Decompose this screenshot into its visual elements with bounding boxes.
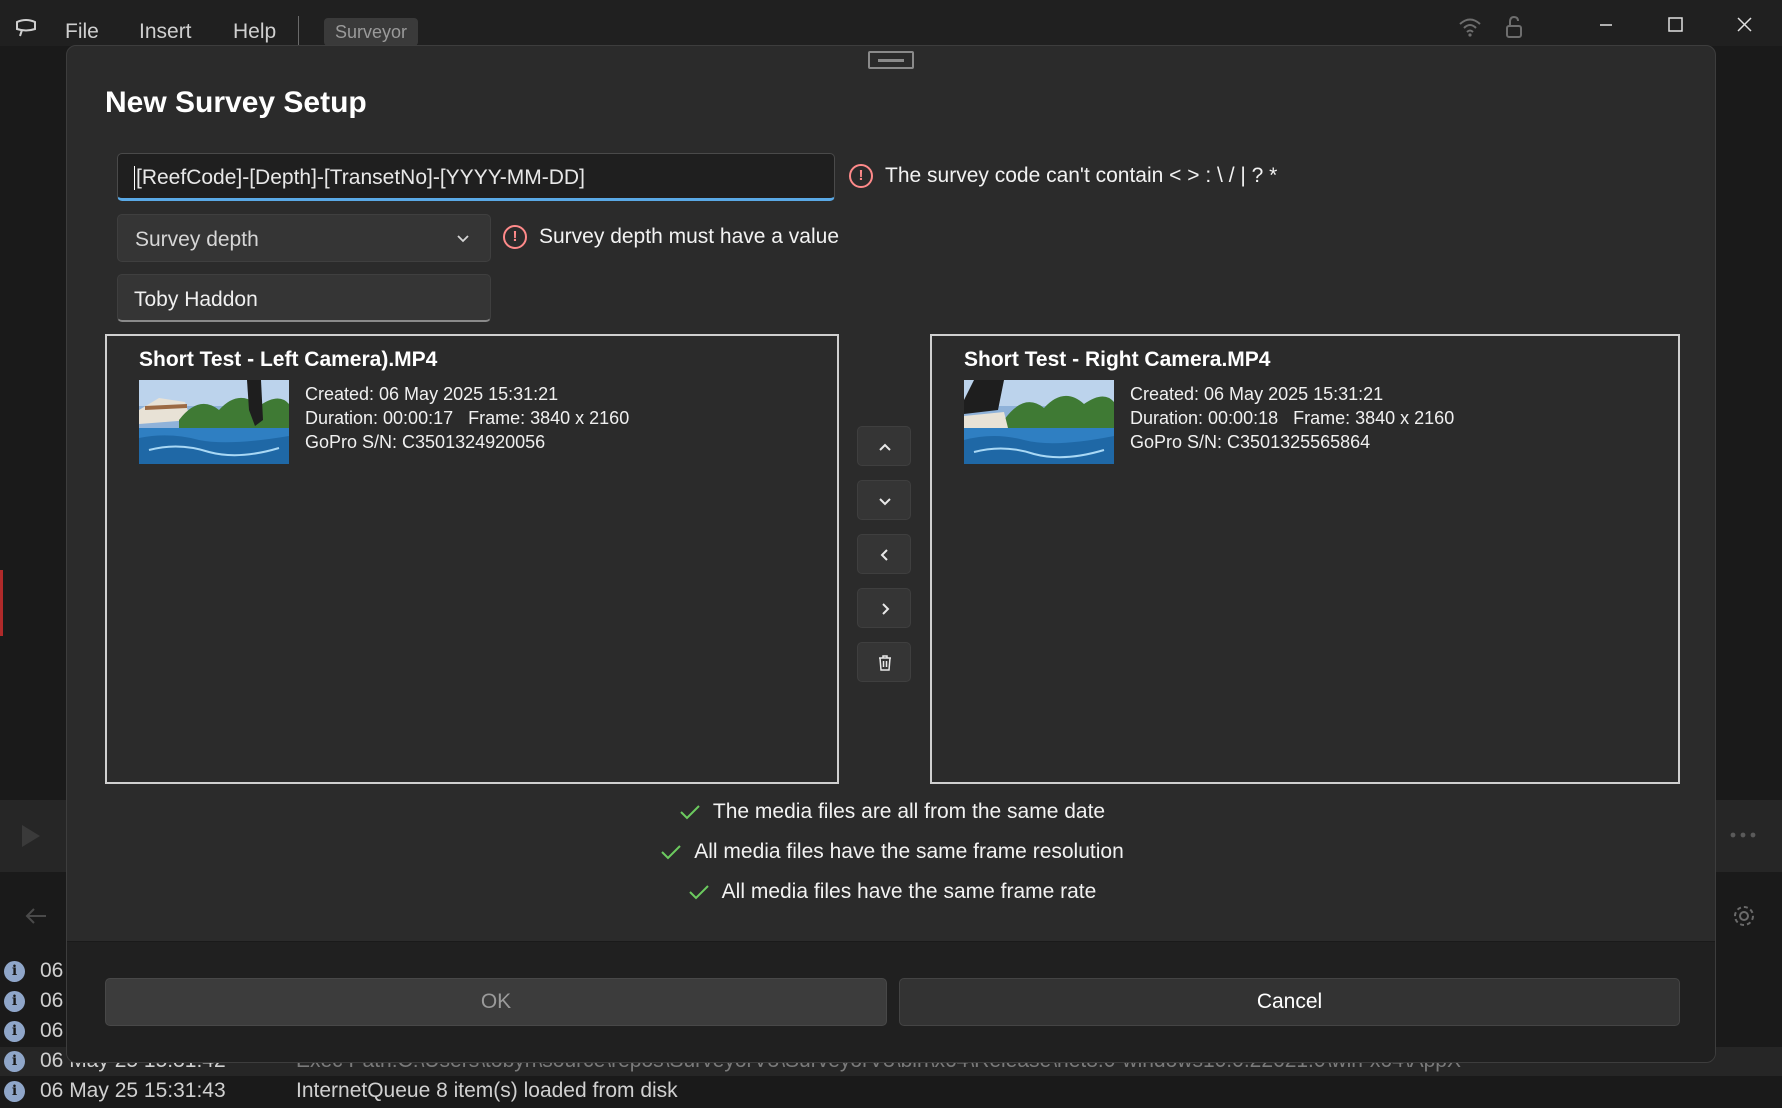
wifi-icon	[1459, 18, 1481, 37]
checkmark-icon	[688, 885, 709, 900]
error-icon: !	[503, 225, 527, 249]
play-icon	[22, 825, 40, 847]
new-survey-dialog: New Survey Setup [ReefCode]-[Depth]-[Tra…	[66, 45, 1716, 1063]
dialog-footer: OK Cancel	[67, 941, 1715, 1062]
tab-surveyor[interactable]: Surveyor	[324, 18, 418, 46]
check-same-date-text: The media files are all from the same da…	[712, 800, 1106, 823]
log-date: 06	[40, 989, 64, 1012]
log-date: 06	[40, 1019, 64, 1042]
move-down-button[interactable]	[857, 480, 911, 520]
survey-code-value: [ReefCode]-[Depth]-[TransetNo]-[YYYY-MM-…	[136, 166, 585, 189]
back-arrow-icon	[25, 908, 46, 924]
settings-gear-icon	[1734, 906, 1754, 926]
minimize-icon[interactable]	[1584, 10, 1628, 40]
chevron-down-icon	[457, 235, 469, 243]
left-camera-media-list[interactable]: Short Test - Left Camera).MP4 Created: 0…	[105, 334, 839, 784]
more-icon	[1730, 832, 1756, 838]
info-icon: i	[4, 1021, 25, 1042]
title-bar: File Insert Help Surveyor	[0, 0, 1782, 46]
check-same-frame-rate: All media files have the same frame rate	[67, 880, 1715, 904]
left-media-title: Short Test - Left Camera).MP4	[139, 348, 438, 371]
right-camera-media-list[interactable]: Short Test - Right Camera.MP4 Created: 0…	[930, 334, 1680, 784]
info-icon: i	[4, 1051, 25, 1072]
survey-depth-error: ! Survey depth must have a value	[503, 225, 839, 249]
maximize-icon[interactable]	[1653, 10, 1697, 40]
info-icon: i	[4, 1081, 25, 1102]
right-media-serial: GoPro S/N: C3501325565864	[1130, 432, 1371, 452]
menu-separator	[298, 16, 299, 46]
move-left-button[interactable]	[857, 534, 911, 574]
surveyor-name-value: Toby Haddon	[134, 288, 258, 311]
right-media-duration-frame: Duration: 00:00:18 Frame: 3840 x 2160	[1130, 408, 1455, 428]
check-same-date: The media files are all from the same da…	[67, 800, 1715, 824]
survey-code-error: ! The survey code can't contain < > : \ …	[849, 164, 1277, 188]
menu-file[interactable]: File	[65, 20, 99, 44]
check-same-frame-rate-text: All media files have the same frame rate	[721, 880, 1097, 903]
close-icon[interactable]	[1722, 10, 1766, 40]
left-media-serial: GoPro S/N: C3501324920056	[305, 432, 546, 452]
text-caret	[134, 166, 135, 191]
check-same-resolution: All media files have the same frame reso…	[67, 840, 1715, 864]
survey-code-input[interactable]: [ReefCode]-[Depth]-[TransetNo]-[YYYY-MM-…	[117, 153, 835, 201]
chevron-right-icon	[882, 603, 890, 615]
ok-button[interactable]: OK	[105, 978, 887, 1026]
app-logo-icon	[16, 19, 36, 37]
cancel-button[interactable]: Cancel	[899, 978, 1680, 1026]
log-date: 06	[40, 959, 64, 982]
chevron-up-icon	[879, 443, 891, 451]
dialog-title: New Survey Setup	[105, 86, 367, 119]
chevron-down-icon	[879, 498, 891, 506]
right-media-created: Created: 06 May 2025 15:31:21	[1130, 384, 1384, 404]
check-same-resolution-text: All media files have the same frame reso…	[694, 840, 1124, 863]
right-media-thumbnail	[964, 380, 1114, 464]
delete-button[interactable]	[857, 642, 911, 682]
move-up-button[interactable]	[857, 426, 911, 466]
log-row: i 06 May 25 15:31:43 InternetQueue 8 ite…	[0, 1077, 1782, 1106]
info-icon: i	[4, 991, 25, 1012]
survey-depth-error-text: Survey depth must have a value	[539, 225, 840, 248]
left-media-thumbnail	[139, 380, 289, 464]
survey-depth-dropdown[interactable]: Survey depth	[117, 214, 491, 262]
right-media-title: Short Test - Right Camera.MP4	[964, 348, 1271, 371]
left-media-duration-frame: Duration: 00:00:17 Frame: 3840 x 2160	[305, 408, 630, 428]
log-date: 06 May 25 15:31:43	[40, 1079, 226, 1102]
background-red-marker	[0, 570, 3, 636]
unlock-icon[interactable]	[1501, 14, 1527, 40]
chevron-left-icon	[880, 549, 888, 561]
drag-handle-icon[interactable]	[868, 51, 914, 69]
survey-depth-placeholder: Survey depth	[135, 228, 259, 251]
checkmark-icon	[680, 805, 700, 820]
info-icon: i	[4, 961, 25, 982]
error-icon: !	[849, 164, 873, 188]
menu-help[interactable]: Help	[233, 20, 276, 44]
trash-icon	[879, 655, 891, 671]
checkmark-icon	[661, 845, 681, 860]
left-media-created: Created: 06 May 2025 15:31:21	[305, 384, 559, 404]
survey-code-error-text: The survey code can't contain < > : \ / …	[885, 164, 1278, 187]
log-message: InternetQueue 8 item(s) loaded from disk	[296, 1079, 678, 1102]
menu-insert[interactable]: Insert	[139, 20, 192, 44]
surveyor-name-input[interactable]: Toby Haddon	[117, 274, 491, 322]
move-right-button[interactable]	[857, 588, 911, 628]
